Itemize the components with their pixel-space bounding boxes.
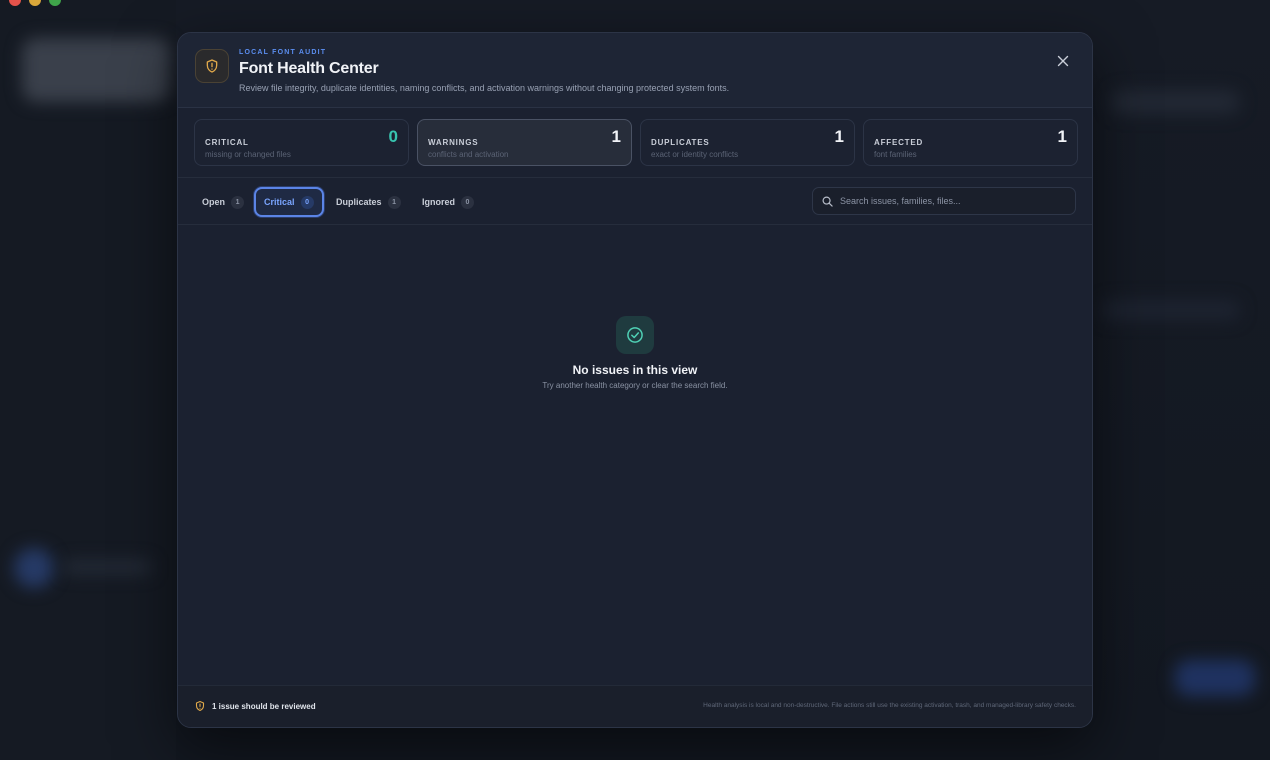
background-blur-block: [62, 560, 152, 574]
tab-ignored[interactable]: Ignored 0: [414, 187, 482, 217]
empty-state: No issues in this view Try another healt…: [178, 316, 1092, 390]
stat-description: exact or identity conflicts: [651, 150, 739, 159]
dialog-title: Font Health Center: [239, 60, 379, 77]
stat-label: CRITICAL: [205, 138, 249, 147]
stat-value: 0: [388, 127, 398, 146]
background-blur-block: [1110, 90, 1240, 114]
tab-count: 1: [231, 195, 245, 209]
tab-count: 1: [387, 195, 401, 209]
footer-status: 1 issue should be reviewed: [194, 700, 316, 712]
dialog-eyebrow: LOCAL FONT AUDIT: [239, 49, 327, 56]
tab-label: Critical: [264, 197, 295, 207]
footer-note: Health analysis is local and non-destruc…: [703, 702, 1076, 709]
background-sidebar: [0, 0, 176, 760]
empty-state-description: Try another health category or clear the…: [542, 381, 728, 390]
close-icon: [1057, 55, 1069, 67]
tab-duplicates[interactable]: Duplicates 1: [328, 187, 409, 217]
filter-tabs-bar: Open 1 Critical 0 Duplicates 1 Ignored 0: [178, 177, 1092, 225]
empty-state-title: No issues in this view: [572, 363, 698, 377]
shield-alert-icon: [195, 49, 229, 83]
footer-status-text: 1 issue should be reviewed: [212, 701, 316, 711]
tab-critical[interactable]: Critical 0: [254, 187, 324, 217]
dialog-header: LOCAL FONT AUDIT Font Health Center Revi…: [178, 33, 1092, 108]
tab-count: 0: [300, 195, 314, 209]
background-blur-block: [22, 38, 170, 102]
stat-card-duplicates[interactable]: DUPLICATES exact or identity conflicts 1: [640, 119, 855, 166]
stat-label: DUPLICATES: [651, 138, 710, 147]
dialog-subtitle: Review file integrity, duplicate identit…: [239, 83, 730, 93]
stat-card-affected[interactable]: AFFECTED font families 1: [863, 119, 1078, 166]
search-field[interactable]: [812, 187, 1076, 215]
tab-open[interactable]: Open 1: [194, 187, 252, 217]
background-blur-block: [1100, 300, 1240, 320]
stat-description: font families: [874, 150, 917, 159]
tab-label: Open: [202, 197, 226, 207]
shield-alert-icon: [195, 700, 205, 712]
stat-value: 1: [834, 127, 844, 146]
stat-value: 1: [1057, 127, 1067, 146]
search-icon: [822, 196, 833, 207]
tab-count: 0: [461, 195, 474, 209]
stat-description: conflicts and activation: [428, 150, 509, 159]
tab-label: Duplicates: [336, 197, 382, 207]
close-button[interactable]: [1054, 52, 1072, 70]
stat-description: missing or changed files: [205, 150, 291, 159]
check-circle-icon: [616, 316, 654, 354]
dialog-footer: 1 issue should be reviewed Health analys…: [178, 685, 1092, 727]
stat-card-warnings[interactable]: WARNINGS conflicts and activation 1: [417, 119, 632, 166]
font-health-dialog: LOCAL FONT AUDIT Font Health Center Revi…: [177, 32, 1093, 728]
background-blur-block: [14, 548, 54, 588]
stat-label: WARNINGS: [428, 138, 479, 147]
stats-row: CRITICAL missing or changed files 0 WARN…: [194, 119, 1078, 167]
stat-label: AFFECTED: [874, 138, 924, 147]
stat-card-critical[interactable]: CRITICAL missing or changed files 0: [194, 119, 409, 166]
tab-label: Ignored: [422, 197, 455, 207]
stat-value: 1: [611, 127, 621, 146]
background-blur-block: [1175, 660, 1255, 696]
search-input[interactable]: [840, 196, 1060, 206]
